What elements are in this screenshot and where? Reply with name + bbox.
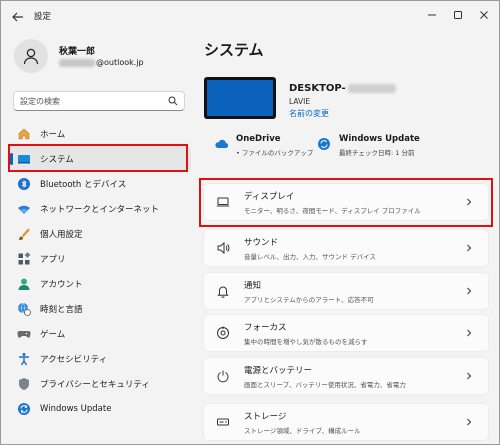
sidebar-item-label: アプリ [40, 254, 66, 265]
card-subtitle: 音量レベル、出力、入力、サウンド デバイス [244, 252, 376, 261]
sidebar-item-accessibility[interactable]: アクセシビリティ [9, 346, 191, 371]
annotation-highlight-system [8, 144, 188, 172]
onedrive-title: OneDrive [236, 134, 281, 144]
card-title: 通知 [244, 280, 262, 291]
sidebar-item-apps[interactable]: アプリ [9, 246, 191, 271]
shield-icon [17, 377, 31, 391]
annotation-highlight-display [199, 178, 493, 227]
maximize-button[interactable] [445, 5, 471, 25]
update-title: Windows Update [339, 134, 420, 144]
sidebar-item-personalization[interactable]: 個人用設定 [9, 221, 191, 246]
brush-icon [17, 227, 31, 241]
card-title: ストレージ [244, 411, 287, 422]
close-button[interactable] [471, 5, 497, 25]
search-box[interactable] [13, 91, 185, 111]
card-sound[interactable]: サウンド 音量レベル、出力、入力、サウンド デバイス [204, 230, 488, 266]
avatar[interactable] [14, 39, 48, 73]
card-storage[interactable]: ストレージ ストレージ領域、ドライブ、構成ルール [204, 404, 488, 440]
card-title: 電源とバッテリー [244, 365, 313, 376]
onedrive-cloud-icon [215, 139, 228, 149]
update-sync-icon [318, 138, 330, 150]
page-title: システム [204, 41, 264, 59]
device-thumbnail [204, 77, 276, 119]
card-subtitle: アプリとシステムからのアラート、応答不可 [244, 295, 374, 304]
sidebar-item-gaming[interactable]: ゲーム [9, 321, 191, 346]
speaker-icon [216, 241, 230, 255]
accessibility-icon [17, 352, 31, 366]
card-title: フォーカス [244, 322, 287, 333]
sidebar-item-windows-update[interactable]: Windows Update [9, 396, 191, 421]
chevron-right-icon [467, 418, 472, 426]
user-name: 秋葉一郎 [59, 47, 96, 57]
chevron-right-icon [467, 244, 472, 252]
sidebar-item-label: プライバシーとセキュリティ [40, 379, 150, 390]
sidebar-item-label: Bluetooth とデバイス [40, 179, 127, 190]
device-name-text: DESKTOP- [289, 83, 346, 94]
home-icon [17, 127, 31, 141]
minimize-icon [428, 14, 436, 16]
gamepad-icon [17, 327, 31, 341]
globe-clock-icon [17, 302, 31, 316]
update-subtitle: 最終チェック日時: 1 分前 [339, 149, 415, 157]
minimize-button[interactable] [419, 5, 445, 25]
sidebar-item-network[interactable]: ネットワークとインターネット [9, 196, 191, 221]
sidebar-item-label: ネットワークとインターネット [40, 204, 160, 215]
device-model: LAVIE [289, 97, 311, 106]
card-subtitle: 集中の時間を増やし気が散るものを減らす [244, 337, 368, 346]
account-icon [17, 277, 31, 291]
sidebar-item-privacy[interactable]: プライバシーとセキュリティ [9, 371, 191, 396]
onedrive-subtitle: • ファイルのバックアップ [236, 149, 314, 157]
sidebar-item-accounts[interactable]: アカウント [9, 271, 191, 296]
bluetooth-icon [17, 177, 31, 191]
power-icon [216, 369, 230, 383]
title-bar: 設定 [1, 1, 499, 33]
focus-icon [216, 326, 230, 340]
maximize-icon [454, 11, 462, 19]
windows-update-status[interactable]: Windows Update 最終チェック日時: 1 分前 [317, 134, 420, 157]
card-focus[interactable]: フォーカス 集中の時間を増やし気が散るものを減らす [204, 315, 488, 351]
chevron-right-icon [467, 329, 472, 337]
card-notifications[interactable]: 通知 アプリとシステムからのアラート、応答不可 [204, 273, 488, 309]
card-subtitle: ストレージ領域、ドライブ、構成ルール [244, 426, 361, 435]
user-email-domain: @outlook.jp [96, 58, 144, 67]
email-redaction [59, 58, 95, 67]
search-input[interactable] [20, 95, 160, 107]
sidebar-item-label: 時刻と言語 [40, 304, 83, 315]
sidebar-item-time-language[interactable]: 時刻と言語 [9, 296, 191, 321]
window-title: 設定 [34, 12, 52, 22]
onedrive-status[interactable]: OneDrive • ファイルのバックアップ [214, 134, 313, 157]
card-subtitle: 画面とスリープ、バッテリー使用状況、省電力、省電力 [244, 380, 406, 389]
sidebar-item-label: アクセシビリティ [40, 354, 108, 365]
sidebar-item-label: 個人用設定 [40, 229, 83, 240]
card-title: サウンド [244, 237, 279, 248]
rename-link[interactable]: 名前の変更 [289, 108, 329, 119]
close-icon [480, 11, 488, 19]
search-icon[interactable] [168, 96, 178, 106]
apps-icon [17, 251, 31, 266]
back-arrow-icon[interactable] [11, 10, 25, 24]
chevron-right-icon [467, 287, 472, 295]
device-name: DESKTOP- [289, 83, 396, 94]
sidebar-item-bluetooth[interactable]: Bluetooth とデバイス [9, 171, 191, 196]
sidebar-item-label: Windows Update [40, 403, 112, 414]
settings-window: 設定 秋葉一郎 @outlook.jp 設定の検索 ホーム システム Bluet… [0, 0, 500, 445]
sidebar-item-label: ゲーム [40, 329, 66, 340]
wifi-icon [17, 202, 31, 216]
user-email: @outlook.jp [59, 58, 144, 67]
sidebar-item-label: ホーム [40, 129, 66, 140]
device-name-redaction [347, 84, 396, 93]
chevron-right-icon [467, 372, 472, 380]
sidebar-item-label: アカウント [40, 279, 83, 290]
user-icon [23, 48, 39, 65]
storage-icon [216, 415, 230, 429]
card-power-battery[interactable]: 電源とバッテリー 画面とスリープ、バッテリー使用状況、省電力、省電力 [204, 358, 488, 394]
bell-icon [216, 284, 230, 298]
sidebar-item-home[interactable]: ホーム [9, 121, 191, 146]
update-icon [17, 402, 31, 416]
